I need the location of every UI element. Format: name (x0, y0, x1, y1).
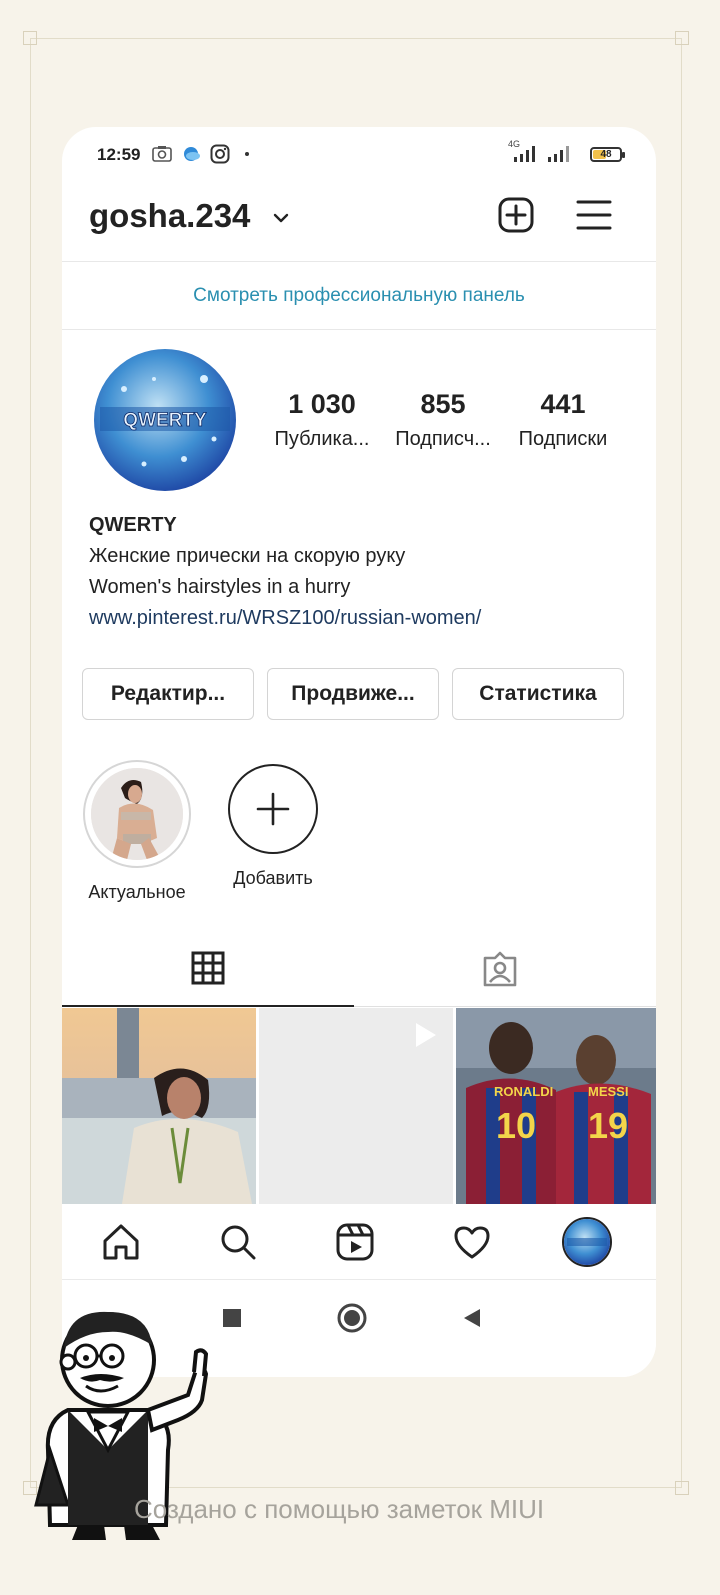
promote-button[interactable]: Продвиже... (267, 668, 439, 720)
profile-avatar[interactable]: QWERTY (94, 349, 236, 491)
reel-play-icon (416, 1023, 436, 1047)
active-tab-indicator (62, 1005, 354, 1007)
stat-following-label: Подписки (518, 428, 608, 450)
search-icon[interactable] (217, 1221, 259, 1263)
instagram-icon (210, 144, 230, 164)
add-highlight-circle (228, 764, 318, 854)
stat-following[interactable]: 441 Подписки (503, 389, 623, 451)
post-image (62, 1008, 256, 1204)
grid-icon[interactable] (190, 950, 226, 986)
menu-icon[interactable] (574, 195, 614, 235)
jersey-name: RONALDI (494, 1084, 553, 1099)
home-button-icon[interactable] (336, 1302, 368, 1334)
frame-corner (675, 31, 689, 45)
dot-icon (245, 152, 249, 156)
professional-dashboard-link[interactable]: Смотреть профессиональную панель (62, 262, 656, 330)
stat-followers-value: 855 (420, 389, 466, 419)
profile-name: QWERTY (89, 514, 177, 536)
battery-icon: 48 (590, 147, 625, 162)
stat-following-value: 441 (540, 389, 586, 419)
miui-footer-caption: Создано с помощью заметок MIUI (134, 1494, 545, 1524)
chevron-down-icon[interactable] (270, 207, 292, 229)
highlight-image (91, 768, 183, 860)
stat-posts[interactable]: 1 030 Публика... (262, 389, 382, 451)
post-thumbnail[interactable] (62, 1008, 256, 1204)
posts-grid: RONALDI 10 MESSI 19 (62, 1008, 656, 1204)
profile-header: gosha.234 (62, 185, 656, 262)
post-thumbnail[interactable]: RONALDI 10 MESSI 19 (456, 1008, 656, 1204)
highlight-item[interactable]: Актуальное (77, 760, 197, 903)
home-icon[interactable] (100, 1221, 142, 1263)
jersey-number: 19 (588, 1105, 628, 1146)
profile-bio: QWERTY Женские прически на скорую руку W… (89, 510, 481, 634)
add-highlight[interactable]: Добавить (213, 764, 333, 889)
jersey-number: 10 (496, 1105, 536, 1146)
avatar-text: QWERTY (123, 410, 207, 431)
highlight-label: Актуальное (88, 882, 186, 902)
signal-icon (514, 146, 535, 162)
statistics-button[interactable]: Статистика (452, 668, 624, 720)
post-thumbnail[interactable] (259, 1008, 453, 1204)
heart-icon[interactable] (451, 1221, 493, 1263)
bio-line: Women's hairstyles in a hurry (89, 576, 351, 598)
status-bar: 12:59 4G 48 (62, 127, 656, 185)
tagged-icon[interactable] (481, 950, 519, 988)
profile-tabs (62, 930, 656, 1007)
avatar-image: QWERTY (94, 349, 236, 491)
username[interactable]: gosha.234 (89, 197, 250, 235)
frame-corner (23, 31, 37, 45)
screenshot-icon (152, 146, 172, 162)
jersey-name: MESSI (588, 1084, 628, 1099)
profile-avatar-mini (564, 1219, 610, 1265)
plus-icon (256, 792, 290, 826)
recents-icon[interactable] (220, 1306, 244, 1330)
reels-icon[interactable] (334, 1221, 376, 1263)
signal-icon (548, 146, 569, 162)
back-icon[interactable] (460, 1306, 484, 1330)
new-post-icon[interactable] (496, 195, 536, 235)
phone-screenshot: 12:59 4G 48 gosha.234 Смотреть профессио… (62, 127, 656, 1377)
highlight-ring (83, 760, 191, 868)
profile-website-link[interactable]: www.pinterest.ru/WRSZ100/russian-women/ (89, 603, 481, 634)
post-image: RONALDI 10 MESSI 19 (456, 1008, 656, 1204)
highlight-label: Добавить (233, 868, 313, 888)
bio-line: Женские прически на скорую руку (89, 545, 406, 567)
edit-profile-button[interactable]: Редактир... (82, 668, 254, 720)
highlight-thumbnail (91, 768, 183, 860)
stat-followers-label: Подписч... (395, 428, 491, 450)
profile-icon[interactable] (562, 1217, 612, 1267)
battery-level: 48 (600, 149, 612, 160)
status-time: 12:59 (97, 145, 141, 164)
frame-corner (675, 1481, 689, 1495)
stat-posts-value: 1 030 (288, 389, 356, 419)
weather-icon (184, 147, 200, 161)
bottom-navigation (62, 1207, 656, 1280)
stat-followers[interactable]: 855 Подписч... (383, 389, 503, 451)
stat-posts-label: Публика... (274, 428, 370, 450)
